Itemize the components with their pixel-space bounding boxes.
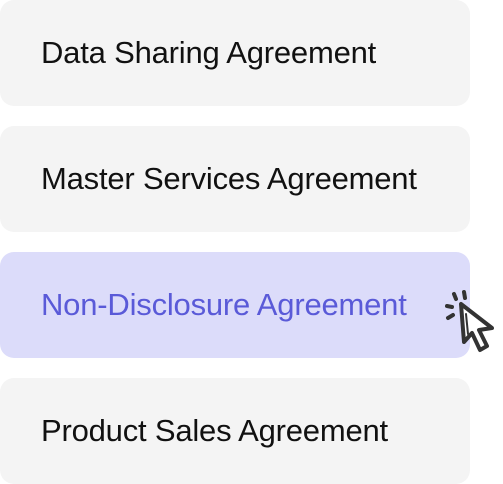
agreement-item-product-sales[interactable]: Product Sales Agreement xyxy=(0,378,470,484)
agreement-item-label: Product Sales Agreement xyxy=(41,413,388,448)
agreement-item-label: Data Sharing Agreement xyxy=(41,35,377,70)
agreement-item-non-disclosure[interactable]: Non-Disclosure Agreement xyxy=(0,252,470,358)
pointer-cursor-click-icon xyxy=(445,290,494,352)
agreement-item-master-services[interactable]: Master Services Agreement xyxy=(0,126,470,232)
agreement-item-label: Non-Disclosure Agreement xyxy=(41,287,407,322)
agreement-item-data-sharing[interactable]: Data Sharing Agreement xyxy=(0,0,470,106)
agreement-item-label: Master Services Agreement xyxy=(41,161,417,196)
